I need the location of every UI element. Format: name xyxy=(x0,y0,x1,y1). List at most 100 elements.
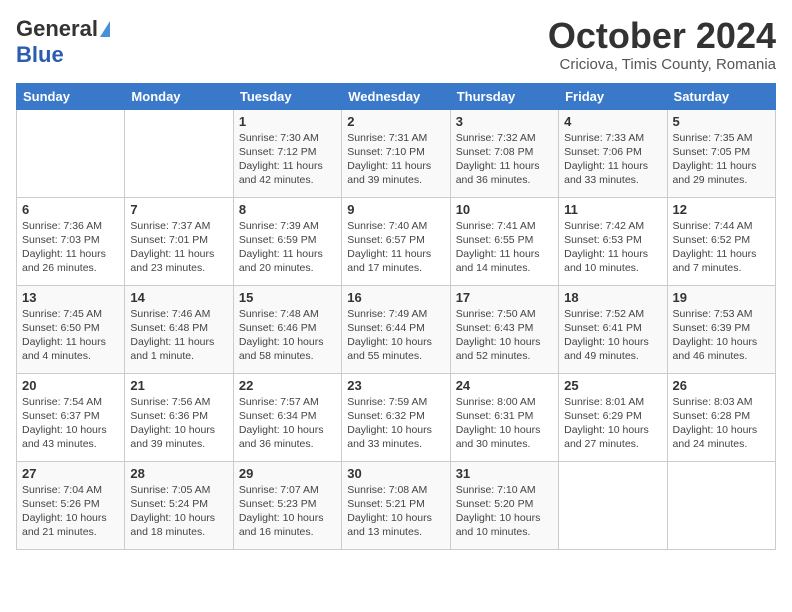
day-number: 19 xyxy=(673,290,770,305)
calendar-week-row: 13 Sunrise: 7:45 AMSunset: 6:50 PMDayligh… xyxy=(17,285,776,373)
day-detail: Sunrise: 7:33 AMSunset: 7:06 PMDaylight:… xyxy=(564,131,661,188)
day-detail: Sunrise: 7:40 AMSunset: 6:57 PMDaylight:… xyxy=(347,219,444,276)
calendar-day-cell: 26Sunrise: 8:03 AMSunset: 6:28 PMDayligh… xyxy=(667,373,775,461)
calendar-day-cell: 3 Sunrise: 7:32 AMSunset: 7:08 PMDaylight… xyxy=(450,109,558,197)
day-number: 28 xyxy=(130,466,227,481)
day-of-week-header: Saturday xyxy=(667,83,775,109)
calendar-week-row: 1 Sunrise: 7:30 AMSunset: 7:12 PMDaylight… xyxy=(17,109,776,197)
day-number: 9 xyxy=(347,202,444,217)
day-of-week-header: Monday xyxy=(125,83,233,109)
calendar-day-cell: 21Sunrise: 7:56 AMSunset: 6:36 PMDayligh… xyxy=(125,373,233,461)
day-number: 25 xyxy=(564,378,661,393)
calendar-day-cell: 5Sunrise: 7:35 AMSunset: 7:05 PMDaylight… xyxy=(667,109,775,197)
day-detail: Sunrise: 7:39 AMSunset: 6:59 PMDaylight:… xyxy=(239,219,336,276)
logo-triangle-icon xyxy=(100,21,110,37)
day-detail: Sunrise: 7:04 AMSunset: 5:26 PMDaylight:… xyxy=(22,483,119,540)
day-number: 18 xyxy=(564,290,661,305)
calendar-day-cell: 9 Sunrise: 7:40 AMSunset: 6:57 PMDaylight… xyxy=(342,197,450,285)
day-detail: Sunrise: 7:05 AMSunset: 5:24 PMDaylight:… xyxy=(130,483,227,540)
calendar-week-row: 27 Sunrise: 7:04 AMSunset: 5:26 PMDayligh… xyxy=(17,461,776,549)
day-detail: Sunrise: 7:52 AMSunset: 6:41 PMDaylight:… xyxy=(564,307,661,364)
day-detail: Sunrise: 7:08 AMSunset: 5:21 PMDaylight:… xyxy=(347,483,444,540)
calendar-day-cell: 1 Sunrise: 7:30 AMSunset: 7:12 PMDaylight… xyxy=(233,109,341,197)
day-number: 10 xyxy=(456,202,553,217)
logo-blue-text: Blue xyxy=(16,42,64,68)
calendar-day-cell: 23Sunrise: 7:59 AMSunset: 6:32 PMDayligh… xyxy=(342,373,450,461)
calendar-day-cell: 8Sunrise: 7:39 AMSunset: 6:59 PMDaylight… xyxy=(233,197,341,285)
title-block: October 2024 Criciova, Timis County, Rom… xyxy=(548,16,776,73)
calendar-day-cell: 15 Sunrise: 7:48 AMSunset: 6:46 PMDayligh… xyxy=(233,285,341,373)
calendar-week-row: 6Sunrise: 7:36 AMSunset: 7:03 PMDaylight… xyxy=(17,197,776,285)
calendar-day-cell: 10 Sunrise: 7:41 AMSunset: 6:55 PMDayligh… xyxy=(450,197,558,285)
day-of-week-header: Sunday xyxy=(17,83,125,109)
day-detail: Sunrise: 7:45 AMSunset: 6:50 PMDaylight:… xyxy=(22,307,119,364)
day-detail: Sunrise: 7:30 AMSunset: 7:12 PMDaylight:… xyxy=(239,131,336,188)
day-detail: Sunrise: 7:37 AMSunset: 7:01 PMDaylight:… xyxy=(130,219,227,276)
day-detail: Sunrise: 7:07 AMSunset: 5:23 PMDaylight:… xyxy=(239,483,336,540)
day-number: 2 xyxy=(347,114,444,129)
calendar-day-cell: 31Sunrise: 7:10 AMSunset: 5:20 PMDayligh… xyxy=(450,461,558,549)
logo: General Blue xyxy=(16,16,110,68)
day-number: 21 xyxy=(130,378,227,393)
calendar-day-cell: 17Sunrise: 7:50 AMSunset: 6:43 PMDayligh… xyxy=(450,285,558,373)
day-number: 7 xyxy=(130,202,227,217)
day-detail: Sunrise: 7:48 AMSunset: 6:46 PMDaylight:… xyxy=(239,307,336,364)
calendar-week-row: 20Sunrise: 7:54 AMSunset: 6:37 PMDayligh… xyxy=(17,373,776,461)
day-number: 4 xyxy=(564,114,661,129)
header-row: SundayMondayTuesdayWednesdayThursdayFrid… xyxy=(17,83,776,109)
day-detail: Sunrise: 7:42 AMSunset: 6:53 PMDaylight:… xyxy=(564,219,661,276)
calendar-day-cell: 28 Sunrise: 7:05 AMSunset: 5:24 PMDayligh… xyxy=(125,461,233,549)
day-detail: Sunrise: 7:32 AMSunset: 7:08 PMDaylight:… xyxy=(456,131,553,188)
calendar-day-cell: 12 Sunrise: 7:44 AMSunset: 6:52 PMDayligh… xyxy=(667,197,775,285)
logo-general-text: General xyxy=(16,16,98,42)
day-detail: Sunrise: 7:44 AMSunset: 6:52 PMDaylight:… xyxy=(673,219,770,276)
calendar-day-cell: 27 Sunrise: 7:04 AMSunset: 5:26 PMDayligh… xyxy=(17,461,125,549)
day-number: 14 xyxy=(130,290,227,305)
day-detail: Sunrise: 8:00 AMSunset: 6:31 PMDaylight:… xyxy=(456,395,553,452)
calendar-day-cell: 25Sunrise: 8:01 AMSunset: 6:29 PMDayligh… xyxy=(559,373,667,461)
calendar-day-cell: 30 Sunrise: 7:08 AMSunset: 5:21 PMDayligh… xyxy=(342,461,450,549)
day-of-week-header: Wednesday xyxy=(342,83,450,109)
page-header: General Blue October 2024 Criciova, Timi… xyxy=(16,16,776,73)
day-of-week-header: Thursday xyxy=(450,83,558,109)
calendar-body: 1 Sunrise: 7:30 AMSunset: 7:12 PMDaylight… xyxy=(17,109,776,549)
day-detail: Sunrise: 7:41 AMSunset: 6:55 PMDaylight:… xyxy=(456,219,553,276)
day-of-week-header: Tuesday xyxy=(233,83,341,109)
day-number: 29 xyxy=(239,466,336,481)
location-text: Criciova, Timis County, Romania xyxy=(548,56,776,73)
day-detail: Sunrise: 7:49 AMSunset: 6:44 PMDaylight:… xyxy=(347,307,444,364)
day-number: 30 xyxy=(347,466,444,481)
day-number: 27 xyxy=(22,466,119,481)
day-number: 1 xyxy=(239,114,336,129)
calendar-day-cell xyxy=(17,109,125,197)
month-title: October 2024 xyxy=(548,16,776,56)
day-detail: Sunrise: 7:59 AMSunset: 6:32 PMDaylight:… xyxy=(347,395,444,452)
calendar-day-cell: 20Sunrise: 7:54 AMSunset: 6:37 PMDayligh… xyxy=(17,373,125,461)
calendar-day-cell: 16 Sunrise: 7:49 AMSunset: 6:44 PMDayligh… xyxy=(342,285,450,373)
calendar-header: SundayMondayTuesdayWednesdayThursdayFrid… xyxy=(17,83,776,109)
day-detail: Sunrise: 7:54 AMSunset: 6:37 PMDaylight:… xyxy=(22,395,119,452)
day-detail: Sunrise: 7:53 AMSunset: 6:39 PMDaylight:… xyxy=(673,307,770,364)
day-detail: Sunrise: 7:35 AMSunset: 7:05 PMDaylight:… xyxy=(673,131,770,188)
calendar-day-cell xyxy=(559,461,667,549)
calendar-day-cell xyxy=(667,461,775,549)
day-of-week-header: Friday xyxy=(559,83,667,109)
calendar-day-cell: 13 Sunrise: 7:45 AMSunset: 6:50 PMDayligh… xyxy=(17,285,125,373)
day-detail: Sunrise: 7:31 AMSunset: 7:10 PMDaylight:… xyxy=(347,131,444,188)
calendar-day-cell: 18 Sunrise: 7:52 AMSunset: 6:41 PMDayligh… xyxy=(559,285,667,373)
day-number: 6 xyxy=(22,202,119,217)
day-number: 16 xyxy=(347,290,444,305)
day-number: 12 xyxy=(673,202,770,217)
day-number: 17 xyxy=(456,290,553,305)
day-number: 13 xyxy=(22,290,119,305)
calendar-day-cell: 7 Sunrise: 7:37 AMSunset: 7:01 PMDaylight… xyxy=(125,197,233,285)
day-number: 11 xyxy=(564,202,661,217)
calendar-day-cell: 24Sunrise: 8:00 AMSunset: 6:31 PMDayligh… xyxy=(450,373,558,461)
calendar-day-cell: 19 Sunrise: 7:53 AMSunset: 6:39 PMDayligh… xyxy=(667,285,775,373)
calendar-table: SundayMondayTuesdayWednesdayThursdayFrid… xyxy=(16,83,776,550)
day-number: 15 xyxy=(239,290,336,305)
calendar-day-cell: 11 Sunrise: 7:42 AMSunset: 6:53 PMDayligh… xyxy=(559,197,667,285)
day-detail: Sunrise: 7:57 AMSunset: 6:34 PMDaylight:… xyxy=(239,395,336,452)
day-number: 3 xyxy=(456,114,553,129)
day-detail: Sunrise: 8:03 AMSunset: 6:28 PMDaylight:… xyxy=(673,395,770,452)
